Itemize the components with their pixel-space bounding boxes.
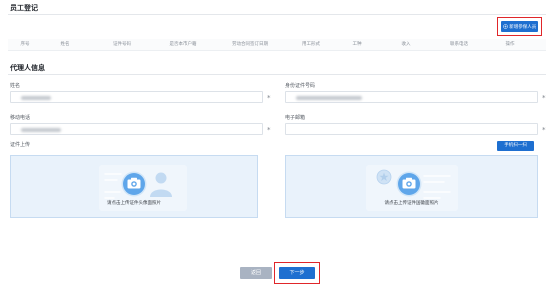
col-header-id-number: 证件号码 (113, 42, 131, 47)
col-header-actions: 操作 (505, 42, 515, 47)
plus-circle-icon (502, 24, 508, 29)
agent-section-divider (8, 74, 546, 75)
upload-label: 证件上传 (10, 142, 31, 148)
id-number-label: 身份证件号码 (285, 83, 316, 89)
id-front-illustration (99, 165, 187, 211)
required-mark: * (542, 126, 546, 134)
next-button[interactable]: 下一步 (279, 267, 315, 279)
required-mark: * (267, 126, 271, 134)
required-mark: * (542, 94, 546, 102)
upload-back-hint: 请点击上传证件国徽面照片 (384, 201, 439, 206)
col-header-name: 姓名 (60, 42, 70, 47)
mobile-label: 移动电话 (10, 115, 31, 121)
agent-section-title: 代理人信息 (10, 64, 45, 72)
employee-table-header: 序号 姓名 证件号码 是否本市户籍 劳动合同签订日期 用工形式 工种 收入 联系… (8, 39, 546, 51)
back-button[interactable]: 返回 (240, 267, 272, 279)
add-insured-person-label: 新增参保人员 (509, 24, 537, 30)
camera-icon (121, 171, 147, 197)
upload-front-hint: 请点击上传证件头像面照片 (107, 201, 161, 206)
redacted-value (21, 127, 61, 132)
add-insured-person-button[interactable]: 新增参保人员 (501, 21, 538, 32)
id-back-illustration (366, 165, 458, 211)
col-header-contract-date: 劳动合同签订日期 (232, 42, 268, 47)
email-input[interactable] (285, 123, 538, 135)
national-emblem-icon (376, 169, 392, 185)
email-label: 电子邮箱 (285, 115, 306, 121)
name-input[interactable] (10, 91, 263, 103)
employee-section-divider (8, 14, 546, 15)
col-header-income: 收入 (401, 42, 411, 47)
camera-icon (396, 171, 422, 197)
scan-button[interactable]: 手机扫一扫 (497, 141, 534, 151)
upload-id-back[interactable]: 请点击上传证件国徽面照片 (285, 155, 538, 218)
id-number-input[interactable] (285, 91, 538, 103)
employee-section-title: 员工登记 (10, 4, 38, 12)
required-mark: * (267, 94, 271, 102)
redacted-value (21, 95, 51, 100)
col-header-local-hukou: 是否本市户籍 (169, 42, 197, 47)
name-label: 姓名 (10, 83, 21, 89)
redacted-value (296, 95, 362, 100)
upload-id-front[interactable]: 请点击上传证件头像面照片 (10, 155, 258, 218)
mobile-input[interactable] (10, 123, 263, 135)
